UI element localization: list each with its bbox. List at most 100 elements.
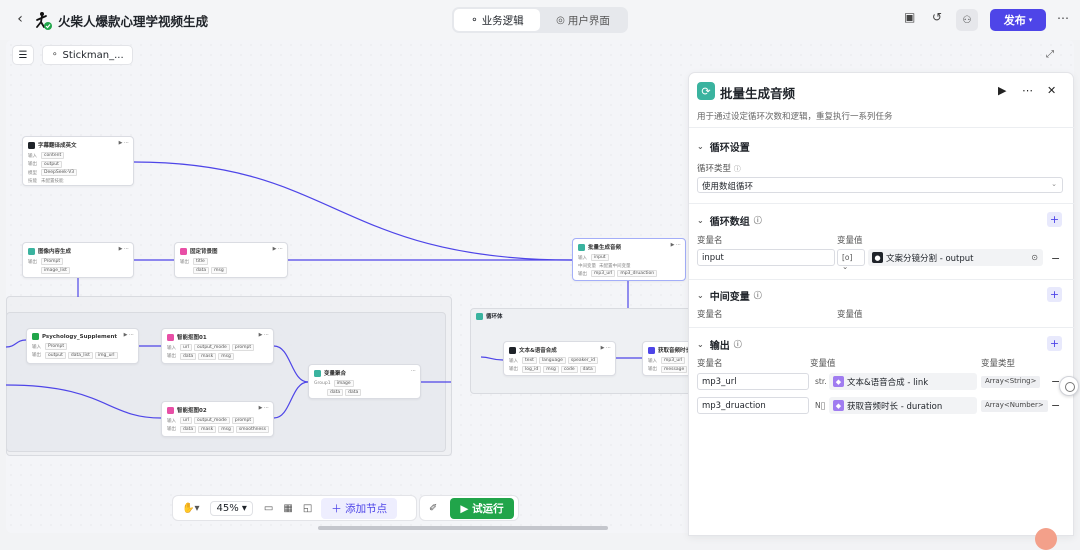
horizontal-scrollbar[interactable] <box>318 526 608 530</box>
section-heading: 输出 <box>709 341 730 352</box>
section-output[interactable]: ⌄ 输出 ⓘ <box>697 337 742 352</box>
node-batch-generate-audio[interactable]: 批量生成音频 ▶ ⋯ 输入 input 中间变量 未配置中间变量 输出 mp3_url… <box>572 238 686 281</box>
row-label: 输出 <box>28 162 37 167</box>
loop-type-select[interactable]: 使用数组循环 ⌄ <box>697 177 1063 193</box>
value-type-select[interactable]: [o] ⌄ <box>837 249 865 271</box>
row-chip: output_mode <box>193 417 230 424</box>
row-chip: image_list <box>41 266 70 274</box>
more-options-icon[interactable]: ⋯ <box>1057 11 1069 25</box>
loop-array-value-ref[interactable]: ● 文案分镜分割 - output ⊙ <box>868 249 1043 266</box>
debug-icon[interactable]: ✐ <box>429 503 437 514</box>
chevron-down-icon: ⌄ <box>697 340 704 349</box>
input-value: mp3_druaction <box>702 401 766 411</box>
chevron-down-icon: ⌄ <box>1051 180 1057 188</box>
node-actions-icon[interactable]: ⋯ <box>411 368 416 374</box>
row-chip: data <box>327 388 344 396</box>
loop-array-name-input[interactable]: input <box>697 249 835 266</box>
edit-icon[interactable]: ✎ <box>200 13 209 26</box>
row-chip: output_mode <box>193 344 230 351</box>
output-type-tag: Array<Number> <box>981 400 1048 412</box>
output-name-input[interactable]: mp3_url <box>697 373 809 390</box>
plugin-icon <box>32 333 39 340</box>
divider <box>689 279 1075 280</box>
row-label: Group1 <box>314 381 331 386</box>
hand-tool-icon[interactable]: ✋▾ <box>182 503 199 514</box>
row-chip: msg <box>543 365 559 373</box>
row-label: 输出 <box>32 353 41 358</box>
comment-icon[interactable]: ▭ <box>264 503 273 514</box>
top-bar: ‹ 火柴人爆款心理学视频生成 ✎ ⚬ 业务逻辑 ◎ 用户界面 ▣ ↺ ⚇ 发布 … <box>0 0 1080 40</box>
remove-row-icon[interactable]: − <box>1051 399 1060 412</box>
zoom-select[interactable]: 45% ▾ <box>210 500 253 516</box>
output-value-ref[interactable]: ◆ 获取音频时长 - duration <box>829 397 977 414</box>
row-chip: log_id <box>522 365 542 373</box>
ref-source: 文案分镜分割 - output <box>886 253 974 264</box>
node-actions-icon[interactable]: ▶ ⋯ <box>119 246 129 252</box>
node-title: 批量生成音频 <box>588 245 622 251</box>
node-fixed-background[interactable]: 固定背景图 ▶ ⋯ 输出 title data msg <box>174 242 288 278</box>
row-label: 输出 <box>578 271 587 277</box>
divider <box>689 327 1075 328</box>
stickman-logo-icon <box>36 12 52 30</box>
loop-body-icon <box>476 312 483 320</box>
node-smart-cutout-01[interactable]: 智能抠图01 ▶ ⋯ 输入 url output_mode prompt 输出 data… <box>161 328 274 364</box>
assistant-float-icon[interactable] <box>1059 376 1079 396</box>
view-tabs: ⚬ 业务逻辑 ◎ 用户界面 <box>452 7 628 33</box>
section-loop-settings[interactable]: ⌄ 循环设置 <box>697 139 750 154</box>
row-chip: data_list <box>67 351 93 359</box>
node-actions-icon[interactable]: ▶ ⋯ <box>124 332 134 338</box>
canvas-toolbar: ✋▾ 45% ▾ ▭ ▦ ◱ ＋ 添加节点 <box>172 495 417 521</box>
test-run-button[interactable]: ▶ 试运行 <box>450 497 514 519</box>
remove-row-icon[interactable]: − <box>1051 252 1060 265</box>
node-actions-icon[interactable]: ▶ ⋯ <box>259 405 269 411</box>
avatar[interactable] <box>1035 528 1057 550</box>
tab-user-interface[interactable]: ◎ 用户界面 <box>540 9 626 31</box>
row-label: 输出 <box>28 259 37 265</box>
node-text-speech-synthesis[interactable]: 文本&语音合成 ▶ ⋯ 输入 text language speaker_id 输出 l… <box>503 341 616 376</box>
row-chip: msg <box>218 352 234 360</box>
loop-body-title: 循环体 <box>486 314 503 320</box>
node-smart-cutout-02[interactable]: 智能抠图02 ▶ ⋯ 输入 url output_mode prompt 输出 data… <box>161 401 274 437</box>
panel-description: 用于通过设定循环次数和逻辑，重复执行一系列任务 <box>697 112 893 122</box>
minimap-icon[interactable]: ◱ <box>303 503 312 514</box>
add-output-button[interactable]: + <box>1047 336 1062 351</box>
run-node-icon[interactable]: ▶ <box>998 84 1006 97</box>
grid-layout-icon[interactable]: ▦ <box>283 503 292 514</box>
node-actions-icon[interactable]: ▶ ⋯ <box>601 345 611 351</box>
node-subtitle-translate[interactable]: 字幕翻译成英文 ▶ ⋯ 输入 content 输出 output 模型 DeepSee… <box>22 136 134 186</box>
row-chip: mp3_url <box>661 357 686 364</box>
node-actions-icon[interactable]: ▶ ⋯ <box>119 140 129 146</box>
add-intermediate-button[interactable]: + <box>1047 287 1062 302</box>
node-title: 图像内容生成 <box>38 249 72 255</box>
loop-type-label: 循环类型 ⓘ <box>697 162 741 174</box>
clear-ref-icon[interactable]: ⊙ <box>1031 253 1038 262</box>
node-actions-icon[interactable]: ▶ ⋯ <box>273 246 283 252</box>
node-image-content-gen[interactable]: 图像内容生成 ▶ ⋯ 输出 Prompt image_list <box>22 242 134 278</box>
node-psychology-supplement[interactable]: Psychology_Supplement ▶ ⋯ 输入 Prompt 输出 out… <box>26 328 139 364</box>
row-chip: output <box>41 160 62 168</box>
section-loop-array[interactable]: ⌄ 循环数组 ⓘ <box>697 213 762 228</box>
row-chip: mask <box>198 425 217 433</box>
more-options-icon[interactable]: ⋯ <box>1022 84 1033 97</box>
section-heading: 循环设置 <box>709 143 750 154</box>
output-value-ref[interactable]: ◆ 文本&语音合成 - link <box>829 373 977 390</box>
node-ref-icon: ◆ <box>833 400 844 411</box>
add-array-item-button[interactable]: + <box>1047 212 1062 227</box>
tab-business-logic[interactable]: ⚬ 业务逻辑 <box>454 9 540 31</box>
audio-icon <box>648 346 655 354</box>
back-arrow-icon[interactable]: ‹ <box>12 11 28 27</box>
node-actions-icon[interactable]: ▶ ⋯ <box>259 332 269 338</box>
node-title: 固定背景图 <box>190 249 218 255</box>
section-intermediate-vars[interactable]: ⌄ 中间变量 ⓘ <box>697 288 762 303</box>
collaborators-icon[interactable]: ⚇ <box>956 9 978 31</box>
row-label: 技能 <box>28 178 37 184</box>
close-icon[interactable]: ✕ <box>1047 84 1056 97</box>
save-icon[interactable]: ▣ <box>904 10 915 24</box>
add-node-button[interactable]: ＋ 添加节点 <box>321 497 398 519</box>
row-text: 未配置技能 <box>41 178 64 184</box>
publish-button[interactable]: 发布 ▾ <box>990 9 1046 31</box>
node-variable-aggregate[interactable]: 变量聚合 ⋯ Group1 image data data <box>308 364 421 399</box>
history-icon[interactable]: ↺ <box>932 10 942 24</box>
output-name-input[interactable]: mp3_druaction <box>697 397 809 414</box>
node-actions-icon[interactable]: ▶ ⋯ <box>671 242 681 248</box>
